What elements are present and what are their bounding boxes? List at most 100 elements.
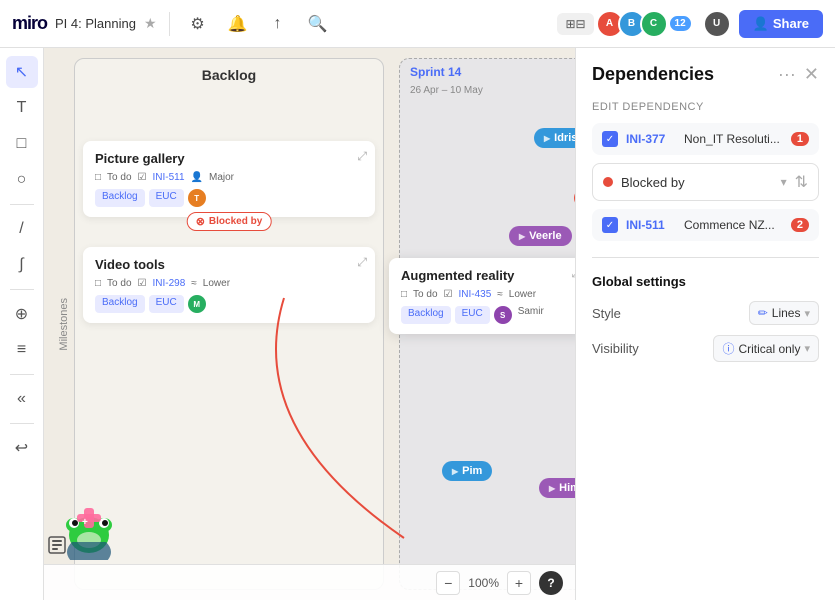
- share-button[interactable]: 👤 Share: [739, 10, 823, 38]
- undo-tool[interactable]: ↩: [6, 432, 38, 464]
- euc-tag-2: EUC: [149, 295, 184, 313]
- bottom-bar: − 100% + ?: [44, 564, 575, 600]
- visibility-value: Critical only: [738, 342, 800, 356]
- share-label: Share: [773, 16, 809, 31]
- star-icon[interactable]: ★: [144, 15, 157, 32]
- notifications-icon[interactable]: 🔔: [222, 8, 254, 40]
- template-tool[interactable]: ≡: [6, 334, 38, 366]
- ar-euc-tag: EUC: [455, 306, 490, 324]
- priority-icon-2: ≈: [191, 278, 197, 289]
- blocked-chevron-icon[interactable]: ▾: [781, 175, 787, 189]
- blocked-icon: ⊗: [196, 215, 205, 228]
- panel-close-button[interactable]: ✕: [804, 64, 819, 85]
- style-value: Lines: [772, 306, 801, 320]
- add-tool[interactable]: ⊕: [6, 298, 38, 330]
- picture-gallery-card: ⤢ Picture gallery □ To do ☑ INI-511 👤 Ma…: [83, 141, 375, 217]
- visibility-label: Visibility: [592, 341, 713, 356]
- ar-tags: Backlog EUC S Samir: [401, 306, 575, 324]
- topbar-right: ⊞⊟ A B C 12 U 👤 Share: [557, 10, 823, 38]
- picture-gallery-meta: □ To do ☑ INI-511 👤 Major: [95, 172, 363, 183]
- style-value-box[interactable]: ✏ Lines ▾: [749, 301, 819, 325]
- global-settings-label: Global settings: [592, 274, 819, 289]
- ticket-text: INI-511: [152, 172, 184, 183]
- blocked-label: Blocked by: [209, 216, 262, 227]
- zoom-out-button[interactable]: −: [436, 571, 460, 595]
- ar-status: To do: [413, 289, 437, 300]
- ticket-icon: ☑: [138, 172, 147, 183]
- expand-tool[interactable]: «: [6, 383, 38, 415]
- blocked-dot: [603, 177, 613, 187]
- video-tools-title: Video tools: [95, 257, 363, 272]
- zoom-in-button[interactable]: +: [507, 571, 531, 595]
- shape-tool[interactable]: □: [6, 128, 38, 160]
- avatar-count: 12: [670, 16, 691, 31]
- help-button[interactable]: ?: [539, 571, 563, 595]
- style-chevron-icon: ▾: [804, 307, 810, 320]
- pen-tool[interactable]: /: [6, 213, 38, 245]
- status-text-2: To do: [107, 278, 131, 289]
- picture-gallery-title: Picture gallery: [95, 151, 363, 166]
- visibility-value-box[interactable]: ⓘ Critical only ▾: [713, 335, 819, 362]
- miro-logo: miro: [12, 13, 47, 34]
- dep2-desc: Commence NZ...: [684, 218, 783, 232]
- ar-meta: □ To do ☑ INI-435 ≈ Lower: [401, 289, 575, 300]
- bubble-pim: Pim: [442, 461, 492, 481]
- ar-ticket: INI-435: [458, 289, 491, 300]
- status-icon-2: □: [95, 278, 101, 289]
- card-expand-icon-2[interactable]: ⤢: [357, 255, 367, 270]
- panel-divider: [592, 257, 819, 258]
- card-expand-icon[interactable]: ⤢: [357, 149, 367, 164]
- dep1-badge: 1: [791, 132, 809, 146]
- zoom-level: 100%: [468, 576, 499, 590]
- style-label: Style: [592, 306, 749, 321]
- sidebar-sep-3: [10, 374, 34, 375]
- card-avatar-milton: M: [188, 295, 206, 313]
- bubble-veerle: Veerle: [509, 226, 572, 246]
- backlog-tag-2: Backlog: [95, 295, 145, 313]
- search-icon[interactable]: 🔍: [302, 8, 334, 40]
- blocked-by-label: Blocked by: [621, 175, 773, 190]
- select-tool[interactable]: ↖: [6, 56, 38, 88]
- status-text: To do: [107, 172, 131, 183]
- sidebar-sep-4: [10, 423, 34, 424]
- card-avatar-tom: T: [188, 189, 206, 207]
- ar-avatar: S: [494, 306, 512, 324]
- ar-ticket-icon: ☑: [444, 289, 453, 300]
- ar-priority-icon: ≈: [497, 289, 503, 300]
- video-tools-card: ⤢ Video tools □ To do ☑ INI-298 ≈ Lower …: [83, 247, 375, 323]
- ar-status-icon: □: [401, 289, 407, 300]
- connector-tool[interactable]: ∫: [6, 249, 38, 281]
- share-icon: 👤: [753, 16, 769, 32]
- panel-menu-icon[interactable]: ···: [778, 64, 796, 85]
- canvas-area: Milestones Backlog ⤢ Picture gallery □ T…: [44, 48, 575, 600]
- dependency-item-1[interactable]: INI-377 Non_IT Resoluti... 1: [592, 123, 819, 155]
- visibility-setting-row: Visibility ⓘ Critical only ▾: [592, 335, 819, 362]
- settings-icon[interactable]: ⚙: [182, 8, 214, 40]
- ar-priority: Lower: [509, 289, 536, 300]
- text-tool[interactable]: T: [6, 92, 38, 124]
- sticky-tool[interactable]: ○: [6, 164, 38, 196]
- edit-section-label: Edit dependency: [592, 101, 819, 113]
- ticket-icon-2: ☑: [138, 278, 147, 289]
- share-upload-icon[interactable]: ↑: [262, 8, 294, 40]
- user-avatar[interactable]: U: [703, 10, 731, 38]
- backlog-title: Backlog: [75, 59, 383, 91]
- svg-text:+: +: [82, 517, 88, 528]
- dep1-desc: Non_IT Resoluti...: [684, 132, 783, 146]
- visibility-icon: ⓘ: [722, 340, 734, 357]
- blocked-by-badge: ⊗ Blocked by: [187, 212, 272, 231]
- swap-icon[interactable]: ⇅: [795, 172, 808, 192]
- panel-title: Dependencies: [592, 64, 778, 85]
- left-sidebar: ↖ T □ ○ / ∫ ⊕ ≡ « ↩: [0, 48, 44, 600]
- dependency-item-2[interactable]: INI-511 Commence NZ... 2: [592, 209, 819, 241]
- backlog-tag: Backlog: [95, 189, 145, 207]
- euc-tag: EUC: [149, 189, 184, 207]
- blocked-by-row[interactable]: Blocked by ▾ ⇅: [592, 163, 819, 201]
- sprint-title: Sprint 14: [400, 59, 575, 85]
- apps-icon[interactable]: ⊞⊟: [557, 13, 593, 35]
- dependencies-panel: Dependencies ··· ✕ Edit dependency INI-3…: [575, 48, 835, 600]
- topbar-separator: [169, 12, 170, 36]
- style-setting-row: Style ✏ Lines ▾: [592, 301, 819, 325]
- sprint-dates: 26 Apr – 10 May: [400, 85, 575, 96]
- dep1-id: INI-377: [626, 132, 676, 146]
